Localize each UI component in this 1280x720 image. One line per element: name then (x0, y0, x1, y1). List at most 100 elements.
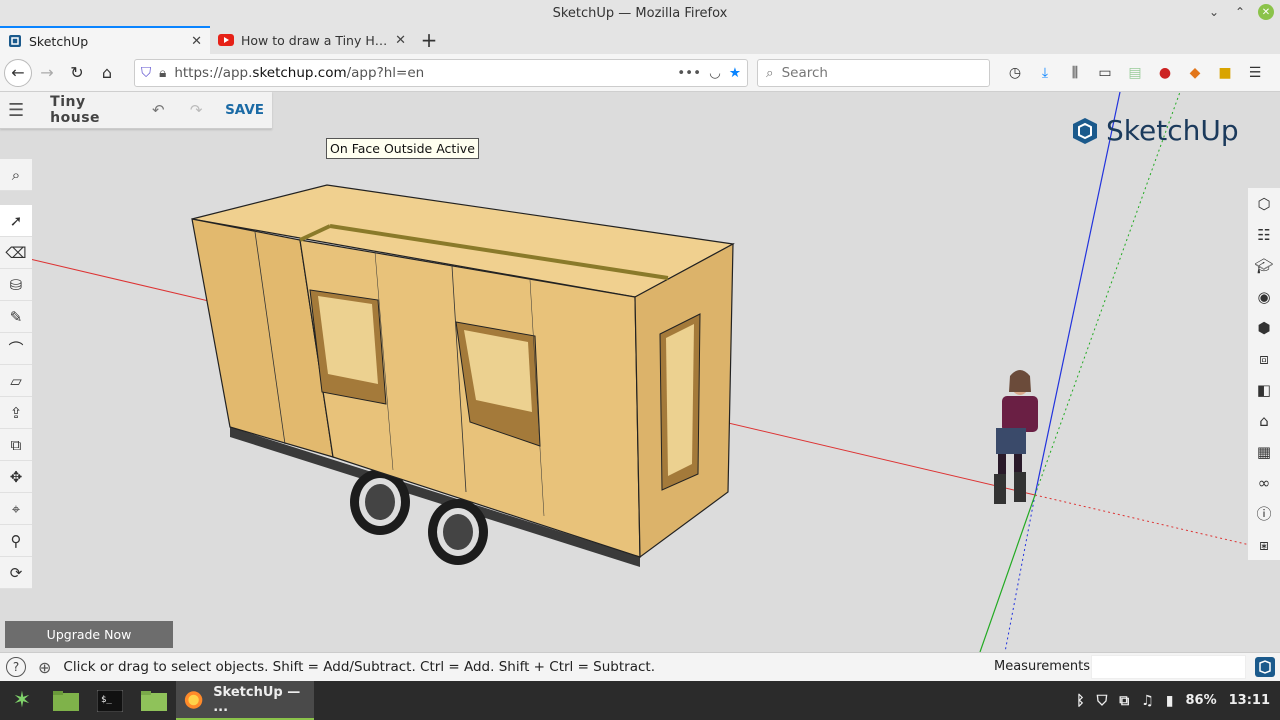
extension-red-icon[interactable]: ● (1150, 58, 1180, 88)
svg-text:$_: $_ (101, 695, 112, 705)
display-icon[interactable]: ∞ (1248, 467, 1280, 498)
paint-bucket-icon[interactable]: ⛁ (0, 269, 32, 301)
audio-icon[interactable]: ♫ (1141, 693, 1154, 709)
maximize-icon[interactable]: ⌃ (1232, 4, 1248, 20)
sketchup-logo: SketchUp (1070, 114, 1239, 147)
tracking-shield-icon[interactable]: ⛉ (141, 65, 151, 81)
measurements-input[interactable] (1091, 655, 1246, 679)
back-icon[interactable]: ← (4, 58, 32, 87)
window-controls: ⌄ ⌃ ✕ (1206, 4, 1274, 20)
sketchup-status-icon[interactable] (1254, 656, 1276, 678)
library-icon[interactable]: ⫼ (1060, 58, 1090, 88)
extension-yellow-icon[interactable]: ■ (1210, 58, 1240, 88)
search-input[interactable]: Search (782, 65, 828, 81)
eraser-tool-icon[interactable]: ⌫ (0, 237, 32, 269)
door-glass (666, 324, 694, 476)
offset-tool-icon[interactable]: ⧉ (0, 429, 32, 461)
help-icon[interactable]: ? (6, 657, 26, 677)
page-actions-icon[interactable]: ••• (677, 65, 701, 81)
status-bar: ? ⊕ Click or drag to select objects. Shi… (0, 652, 1280, 681)
model-info-icon[interactable]: ⓘ (1248, 498, 1280, 529)
styles-icon[interactable]: ◧ (1248, 374, 1280, 405)
save-button[interactable]: SAVE (225, 102, 264, 118)
terminal-icon[interactable]: $_ (88, 681, 132, 720)
3d-warehouse-icon[interactable]: ⧈ (1248, 343, 1280, 374)
bookmark-star-icon[interactable]: ★ (729, 65, 741, 81)
start-menu-icon[interactable]: ✶ (0, 681, 44, 720)
downloads-icon[interactable]: ⤓ (1030, 58, 1060, 88)
left-toolbar: ⌕ ➚ ⌫ ⛁ ✎ ⌒ ▱ ⇪ ⧉ ✥ ⌖ ⚲ ⟳ (0, 159, 34, 589)
sketchup-viewport[interactable]: ☰ Tiny house ↶ ↷ SAVE On Face Outside Ac… (0, 92, 1280, 652)
push-pull-icon[interactable]: ⇪ (0, 397, 32, 429)
right-panel-toolbar: ⬡ ☷ 🎓︎ ◉ ⬢ ⧈ ◧ ⌂ ▦ ∞ ⓘ ⧆ (1248, 188, 1280, 560)
orbit-tool-icon[interactable]: ⟳ (0, 557, 32, 589)
document-title[interactable]: Tiny house (50, 94, 133, 126)
tab-sketchup[interactable]: SketchUp ✕ (0, 26, 210, 54)
shield-icon[interactable]: ⛉ (1097, 693, 1108, 709)
taskbar-window-label: SketchUp — ... (213, 684, 301, 715)
url-bar[interactable]: ⛉ 🔒︎ https://app.sketchup.com/app?hl=en … (134, 59, 748, 87)
taskbar-firefox-window[interactable]: SketchUp — ... (176, 681, 314, 720)
rectangle-tool-icon[interactable]: ▱ (0, 365, 32, 397)
tab-label: SketchUp (29, 33, 89, 49)
close-tab-icon[interactable]: ✕ (395, 33, 406, 48)
search-tool-icon[interactable]: ⌕ (0, 159, 32, 191)
file-manager-icon[interactable] (44, 681, 88, 720)
sidebar-icon[interactable]: ▭ (1090, 58, 1120, 88)
3d-scene[interactable] (0, 92, 1280, 652)
network-icon[interactable]: ⧉ (1119, 693, 1129, 709)
select-tool-icon[interactable]: ➚ (0, 205, 32, 237)
scenes-icon[interactable]: ▦ (1248, 436, 1280, 467)
instructor-icon[interactable]: 🎓︎ (1248, 250, 1280, 281)
clock[interactable]: 13:11 (1229, 693, 1270, 708)
walk-tool-icon[interactable]: ⚲ (0, 525, 32, 557)
wheel-rear[interactable] (428, 499, 488, 565)
extensions-icon[interactable]: ⧆ (1248, 529, 1280, 560)
close-window-icon[interactable]: ✕ (1258, 4, 1274, 20)
redo-icon[interactable]: ↷ (183, 101, 209, 119)
arc-tool-icon[interactable]: ⌒ (0, 333, 32, 365)
lock-icon[interactable]: 🔒︎ (159, 65, 166, 81)
close-tab-icon[interactable]: ✕ (191, 34, 202, 49)
window-title: SketchUp — Mozilla Firefox (552, 5, 728, 21)
pocket-icon[interactable]: ◡ (709, 65, 721, 81)
status-hint: Click or drag to select objects. Shift =… (63, 659, 656, 675)
entity-info-icon[interactable]: ⬡ (1248, 188, 1280, 219)
scale-figure[interactable] (994, 370, 1038, 504)
bluetooth-icon[interactable]: ᛒ (1076, 693, 1084, 709)
materials-icon[interactable]: ◉ (1248, 281, 1280, 312)
reload-icon[interactable]: ↻ (62, 58, 92, 88)
tape-measure-icon[interactable]: ⌖ (0, 493, 32, 525)
outliner-icon[interactable]: ☷ (1248, 219, 1280, 250)
metamask-icon[interactable]: ◆ (1180, 58, 1210, 88)
history-icon[interactable]: ◷ (1000, 58, 1030, 88)
move-tool-icon[interactable]: ✥ (0, 461, 32, 493)
battery-icon[interactable]: ▮ (1166, 693, 1174, 709)
minimize-icon[interactable]: ⌄ (1206, 4, 1222, 20)
search-bar[interactable]: ⌕ Search (757, 59, 990, 87)
files-icon[interactable] (132, 681, 176, 720)
forward-icon[interactable]: → (32, 58, 62, 88)
new-tab-button[interactable]: + (414, 26, 444, 54)
components-icon[interactable]: ⬢ (1248, 312, 1280, 343)
navigation-bar: ← → ↻ ⌂ ⛉ 🔒︎ https://app.sketchup.com/ap… (0, 54, 1280, 92)
extension-icon[interactable]: ▤ (1120, 58, 1150, 88)
inference-tooltip: On Face Outside Active (326, 138, 479, 159)
tags-icon[interactable]: ⌂ (1248, 405, 1280, 436)
menu-icon[interactable]: ☰ (1240, 58, 1270, 88)
measurements-label: Measurements (994, 659, 1091, 674)
firefox-icon (184, 690, 203, 709)
logo-text: SketchUp (1106, 114, 1239, 147)
hamburger-menu-icon[interactable]: ☰ (8, 100, 24, 121)
pencil-tool-icon[interactable]: ✎ (0, 301, 32, 333)
url-text[interactable]: https://app.sketchup.com/app?hl=en (174, 65, 669, 81)
blue-axis-dotted (1004, 494, 1036, 652)
sketchup-logo-icon (1073, 117, 1097, 144)
undo-icon[interactable]: ↶ (145, 101, 171, 119)
home-icon[interactable]: ⌂ (92, 58, 122, 88)
upgrade-now-button[interactable]: Upgrade Now (5, 621, 173, 648)
tab-youtube[interactable]: How to draw a Tiny House ✕ (210, 26, 414, 54)
sketchup-favicon-icon (9, 35, 21, 47)
os-taskbar: ✶ $_ SketchUp — ... ᛒ ⛉ ⧉ ♫ ▮ 86% 13:11 (0, 681, 1280, 720)
globe-icon[interactable]: ⊕ (38, 658, 51, 677)
